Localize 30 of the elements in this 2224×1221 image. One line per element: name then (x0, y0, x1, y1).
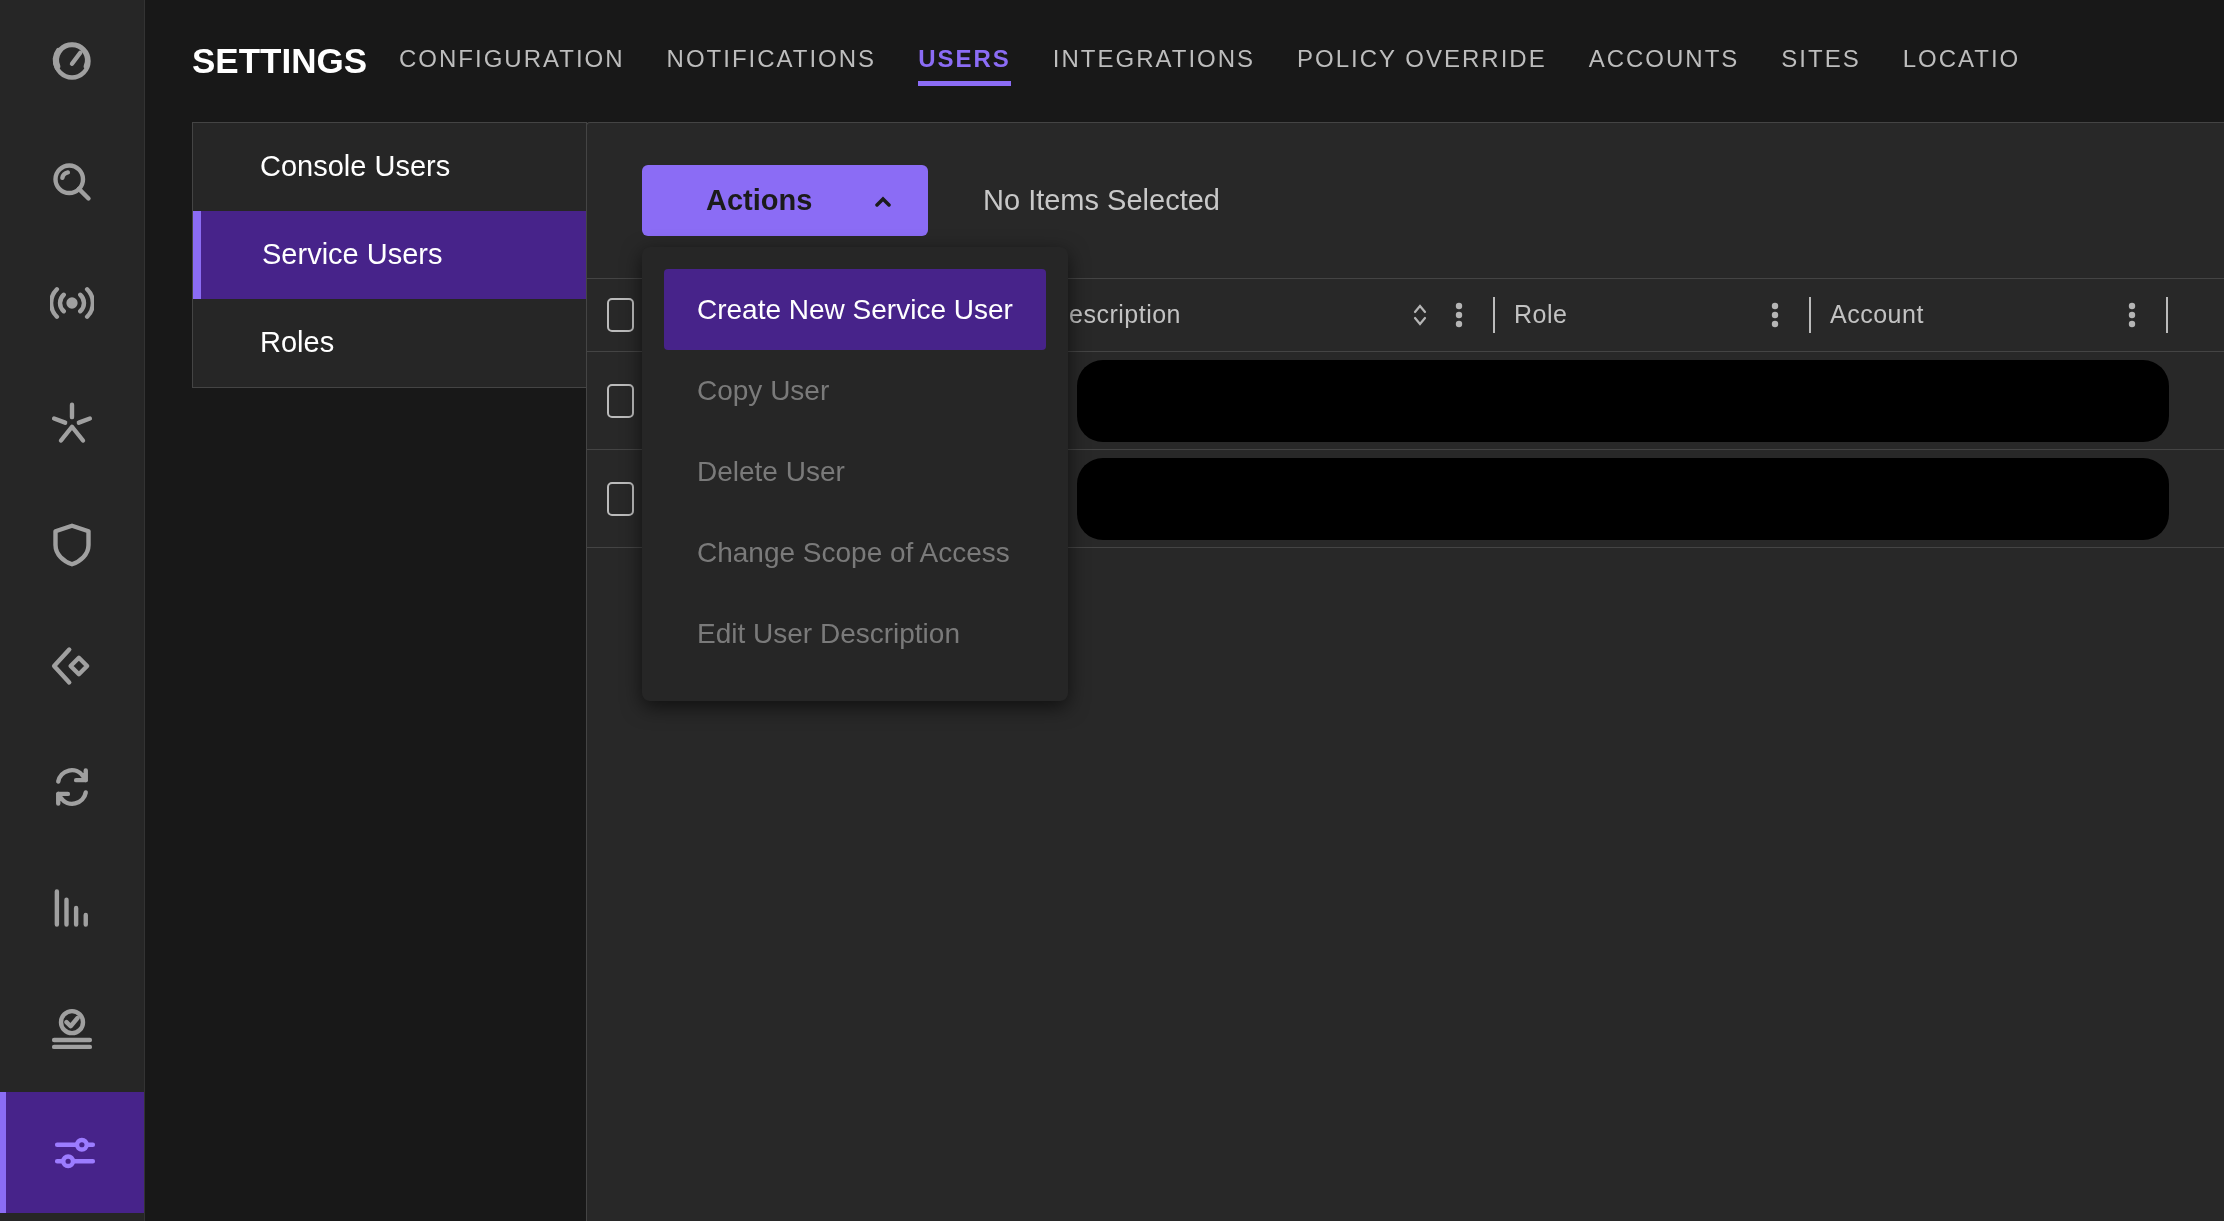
column-header: Role (1514, 299, 1569, 331)
kebab-menu-icon[interactable] (1771, 302, 1779, 328)
checkbox[interactable] (607, 481, 634, 516)
nav-tab[interactable]: INTEGRATIONS (1052, 36, 1256, 86)
caret-up-icon (874, 194, 893, 207)
column-header: escription (1069, 299, 1182, 331)
page-title: SETTINGS (192, 39, 368, 82)
nav-tab[interactable]: SITES (1781, 36, 1861, 86)
sidebar-item[interactable] (0, 1092, 144, 1213)
nav-tab[interactable]: CONFIGURATION (399, 36, 625, 86)
asterisk-icon (50, 401, 94, 446)
menu-item[interactable]: Create New Service User (664, 269, 1046, 350)
nav-tab[interactable]: ACCOUNTS (1588, 36, 1740, 86)
sort-icon[interactable] (1413, 303, 1427, 327)
shield-icon (50, 522, 94, 567)
submenu-item[interactable]: Service Users (193, 211, 586, 299)
nav-tab[interactable]: POLICY OVERRIDE (1297, 36, 1547, 86)
badge-check-icon (50, 1006, 94, 1051)
submenu-item[interactable]: Console Users (193, 123, 586, 211)
submenu-item[interactable]: Roles (193, 299, 586, 387)
column-header: Account (1830, 299, 1925, 331)
nav-tab[interactable]: LOCATIO (1902, 36, 2021, 86)
kebab-menu-icon[interactable] (2128, 302, 2136, 328)
checkbox[interactable] (607, 383, 634, 418)
kebab-menu-icon[interactable] (1455, 302, 1463, 328)
nav-tab[interactable]: USERS (918, 36, 1011, 86)
nav-tab[interactable]: NOTIFICATIONS (666, 36, 877, 86)
actions-button[interactable]: Actions (642, 165, 928, 236)
checkbox[interactable] (607, 298, 634, 332)
selection-status: No Items Selected (983, 183, 1220, 218)
